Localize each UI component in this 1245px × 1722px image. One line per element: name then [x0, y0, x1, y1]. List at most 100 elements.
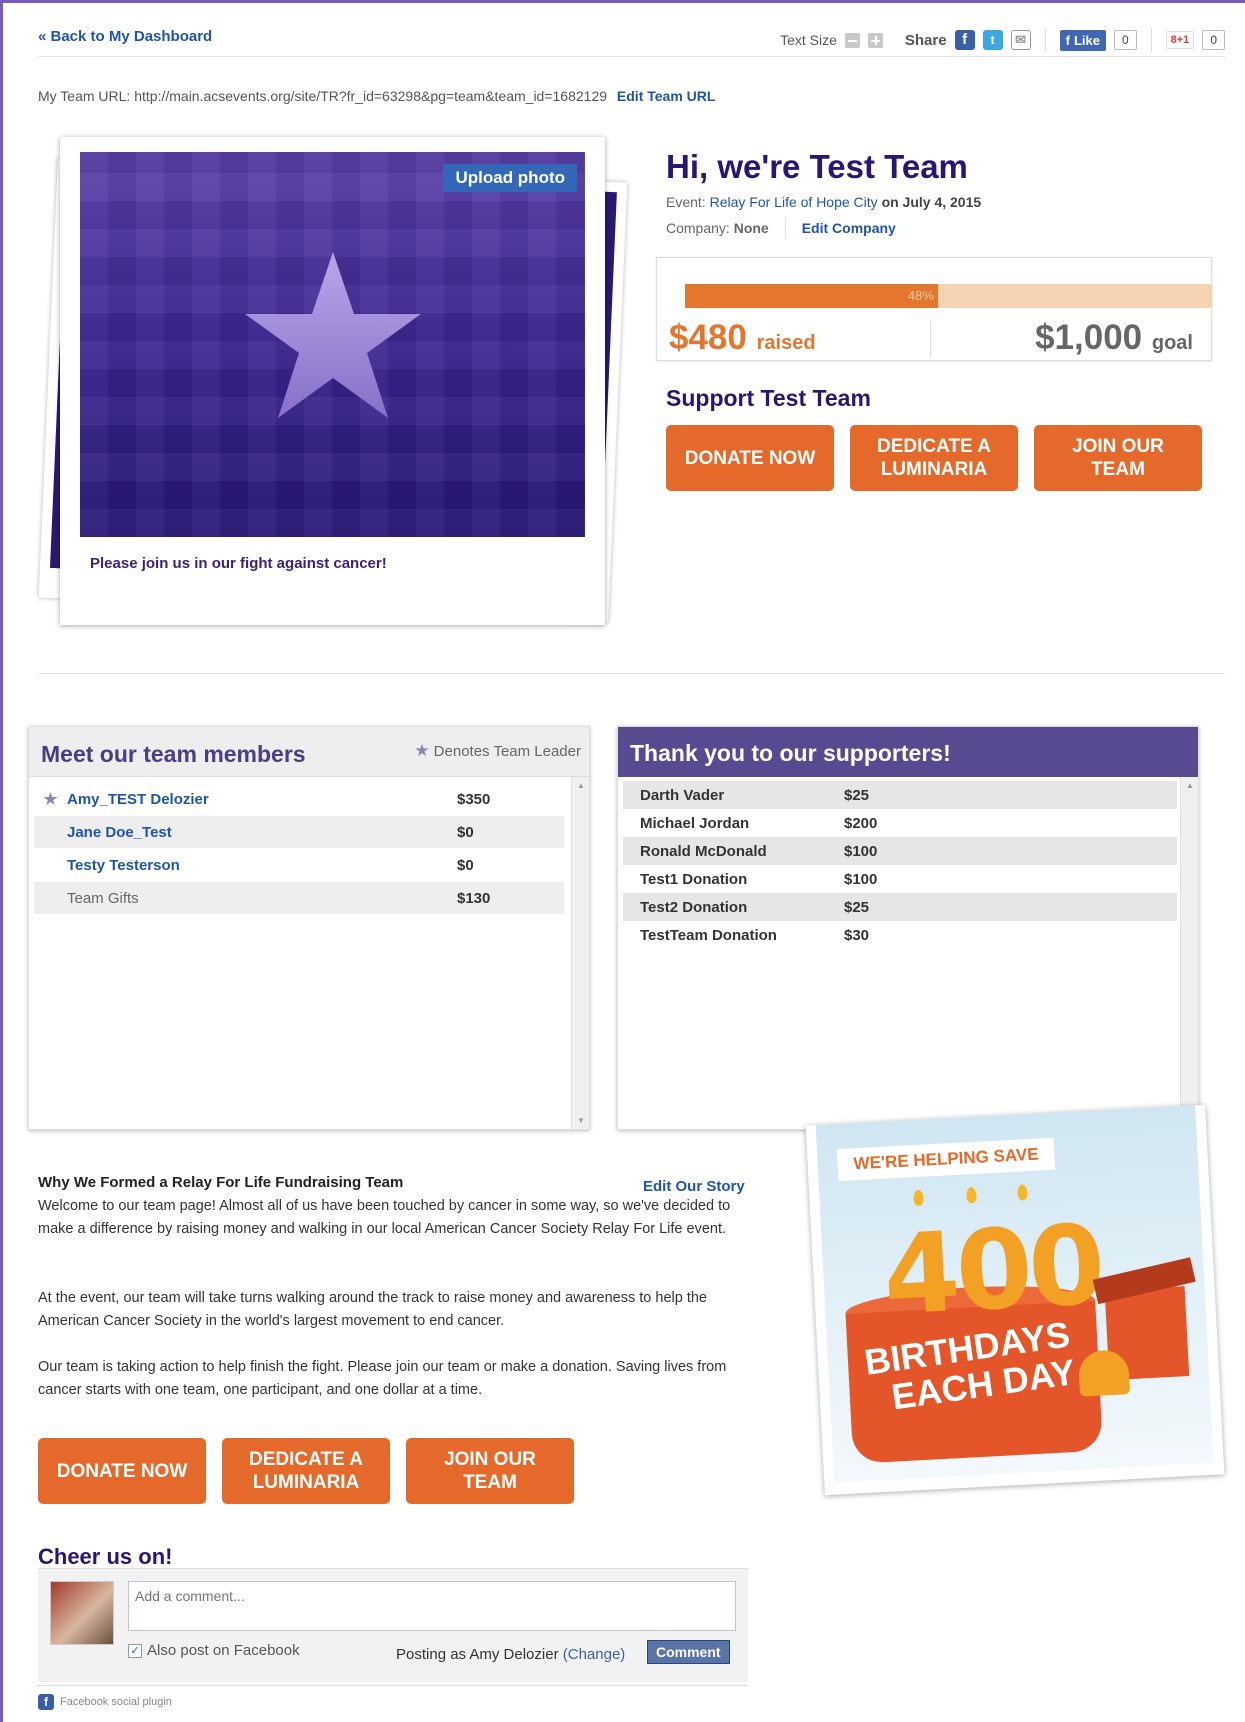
- like-label: Like: [1073, 32, 1100, 48]
- promo-ribbon: WE'RE HELPING SAVE: [836, 1137, 1056, 1182]
- facebook-plugin-footer: f Facebook social plugin: [38, 1685, 748, 1710]
- star-icon: [245, 252, 421, 418]
- event-date: on July 4, 2015: [881, 194, 982, 210]
- dedicate-luminaria-button[interactable]: DEDICATE A LUMINARIA: [850, 425, 1018, 491]
- upload-photo-button[interactable]: Upload photo: [443, 164, 577, 192]
- team-members-title: Meet our team members: [41, 741, 306, 767]
- donate-now-button[interactable]: DONATE NOW: [38, 1438, 206, 1504]
- list-item: Testy Testerson $0: [34, 849, 564, 881]
- gplus-count: 0: [1202, 30, 1225, 50]
- member-amount: $0: [457, 823, 474, 841]
- scroll-down-icon[interactable]: ▼: [572, 1116, 590, 1125]
- company-value: None: [733, 220, 769, 236]
- back-to-dashboard-link[interactable]: « Back to My Dashboard: [38, 28, 212, 45]
- text-size-decrease-icon[interactable]: [844, 32, 860, 48]
- change-user-link[interactable]: (Change): [563, 1646, 626, 1663]
- top-bar: « Back to My Dashboard Text Size Share f…: [38, 28, 1225, 56]
- team-url-value: http://main.acsevents.org/site/TR?fr_id=…: [134, 88, 608, 104]
- divider: [930, 320, 931, 358]
- event-link[interactable]: Relay For Life of Hope City: [710, 194, 878, 210]
- also-post-label: Also post on Facebook: [147, 1642, 300, 1659]
- member-name-link[interactable]: Jane Doe_Test: [67, 824, 457, 841]
- text-size-increase-icon[interactable]: [867, 32, 883, 48]
- team-url-line: My Team URL: http://main.acsevents.org/s…: [38, 88, 715, 104]
- facebook-icon: f: [1065, 32, 1070, 48]
- twitter-share-icon[interactable]: t: [982, 30, 1003, 50]
- promo-number: 400: [880, 1200, 1105, 1340]
- member-name: Team Gifts: [67, 889, 139, 907]
- event-label: Event:: [666, 194, 706, 210]
- supporter-name: Michael Jordan: [640, 814, 750, 832]
- members-scrollbar[interactable]: ▲ ▼: [571, 777, 589, 1129]
- story-paragraph: At the event, our team will take turns w…: [38, 1290, 707, 1329]
- goal-amount: $1,000 goal: [1035, 318, 1193, 357]
- supporter-amount: $100: [844, 842, 878, 860]
- avatar: [50, 1581, 114, 1645]
- team-photo-card: Upload photo Please join us in our fight…: [60, 137, 605, 625]
- photo-caption: Please join us in our fight against canc…: [90, 555, 387, 572]
- supporter-name: Darth Vader: [640, 786, 725, 804]
- company-line: Company: None Edit Company: [666, 217, 896, 239]
- donate-now-button[interactable]: DONATE NOW: [666, 425, 834, 491]
- raised-label: raised: [756, 332, 816, 354]
- star-icon: ★: [414, 741, 430, 760]
- google-plus-button[interactable]: 8+1: [1165, 31, 1195, 49]
- supporter-amount: $25: [844, 786, 870, 804]
- join-our-team-button[interactable]: JOIN OUR TEAM: [406, 1438, 574, 1504]
- divider: [1150, 28, 1152, 52]
- team-leader-star-icon: ★: [42, 788, 59, 809]
- supporters-title: Thank you to our supporters!: [630, 740, 951, 766]
- supporter-name: Test1 Donation: [640, 870, 748, 888]
- scroll-up-icon[interactable]: ▲: [572, 781, 590, 790]
- edit-company-link[interactable]: Edit Company: [802, 220, 896, 236]
- fundraising-progress: 48% $480 raised $1,000 goal: [656, 257, 1212, 361]
- facebook-icon: f: [38, 1694, 54, 1710]
- supporter-name: TestTeam Donation: [640, 926, 777, 944]
- divider: [38, 673, 1225, 674]
- candle-flame-icon: [966, 1186, 977, 1204]
- candle-flame-icon: [1016, 1184, 1028, 1201]
- supporters-scrollbar[interactable]: ▲ ▼: [1180, 777, 1198, 1129]
- team-url-label: My Team URL:: [38, 88, 131, 104]
- facebook-like-button[interactable]: f Like: [1059, 29, 1106, 51]
- supporter-amount: $25: [844, 898, 870, 916]
- supporter-name: Test2 Donation: [640, 898, 748, 916]
- raised-amount: $480 raised: [669, 318, 816, 357]
- supporter-name: Ronald McDonald: [640, 842, 767, 860]
- team-members-header: Meet our team members ★ Denotes Team Lea…: [29, 727, 589, 777]
- list-item: Michael Jordan $200: [623, 809, 1177, 837]
- member-amount: $350: [457, 790, 491, 808]
- edit-our-story-link[interactable]: Edit Our Story: [643, 1178, 745, 1195]
- list-item: Darth Vader $25: [623, 781, 1177, 809]
- plugin-label: Facebook social plugin: [60, 1696, 172, 1708]
- member-name-link[interactable]: Amy_TEST Delozier: [67, 791, 457, 808]
- supporter-amount: $30: [844, 926, 870, 944]
- page-tools: Text Size Share f t ✉ f Like 0 8+1 0: [780, 28, 1225, 52]
- edit-team-url-link[interactable]: Edit Team URL: [617, 88, 716, 104]
- comment-button[interactable]: Comment: [647, 1640, 730, 1664]
- email-share-icon[interactable]: ✉: [1010, 30, 1031, 50]
- progress-bar: 48%: [685, 284, 1212, 308]
- cheer-title: Cheer us on!: [38, 1544, 173, 1569]
- list-item: Test1 Donation $100: [623, 865, 1177, 893]
- scroll-up-icon[interactable]: ▲: [1181, 781, 1199, 790]
- also-post-facebook[interactable]: ✓ Also post on Facebook: [128, 1642, 300, 1659]
- support-buttons: DONATE NOW DEDICATE A LUMINARIA JOIN OUR…: [666, 425, 1202, 491]
- divider: [38, 56, 1225, 57]
- member-name-link[interactable]: Testy Testerson: [67, 857, 457, 874]
- facebook-share-icon[interactable]: f: [954, 30, 975, 50]
- team-leader-legend: ★ Denotes Team Leader: [414, 741, 581, 760]
- text-size-label: Text Size: [780, 32, 837, 48]
- facebook-comments-box: ✓ Also post on Facebook Posting as Amy D…: [38, 1568, 748, 1682]
- divider: [1044, 28, 1046, 52]
- dedicate-luminaria-button[interactable]: DEDICATE A LUMINARIA: [222, 1438, 390, 1504]
- list-item: Ronald McDonald $100: [623, 837, 1177, 865]
- candle-flame-icon: [913, 1189, 924, 1207]
- company-label: Company:: [666, 220, 730, 236]
- comment-input[interactable]: [128, 1581, 736, 1631]
- checkbox-checked-icon[interactable]: ✓: [128, 1643, 142, 1658]
- join-our-team-button[interactable]: JOIN OUR TEAM: [1034, 425, 1202, 491]
- supporters-header: Thank you to our supporters!: [618, 727, 1198, 777]
- story-paragraph: Welcome to our team page! Almost all of …: [38, 1198, 731, 1237]
- list-item: Jane Doe_Test $0: [34, 816, 564, 848]
